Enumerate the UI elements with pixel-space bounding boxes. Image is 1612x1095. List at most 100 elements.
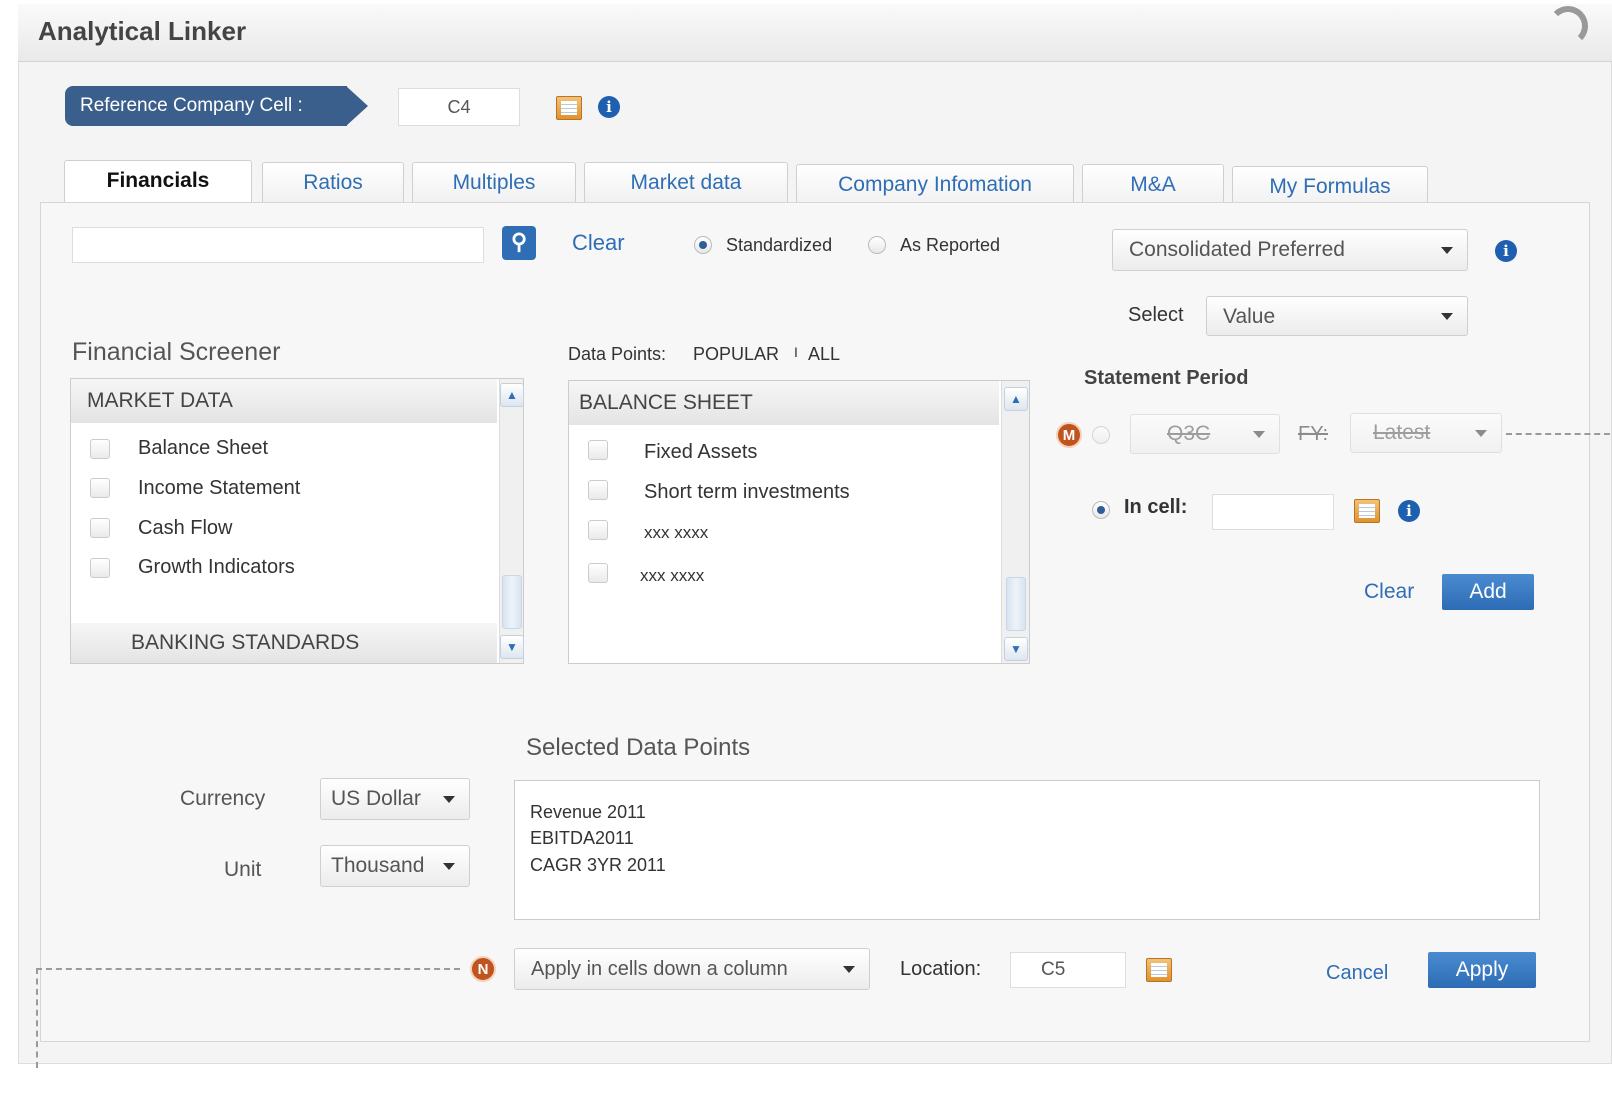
reference-badge-arrow (346, 86, 368, 126)
chevron-down-icon (1441, 313, 1453, 320)
chevron-down-icon (1441, 247, 1453, 254)
currency-label: Currency (180, 787, 266, 810)
fy-label: FY: (1298, 423, 1329, 445)
scroll-up-icon[interactable]: ▲ (1004, 387, 1028, 411)
balance-sheet-checkbox[interactable] (90, 439, 110, 459)
scroll-up-icon[interactable]: ▲ (500, 383, 524, 407)
as-reported-label: As Reported (900, 235, 1001, 255)
growth-indicators-checkbox[interactable] (90, 558, 110, 578)
currency-dropdown[interactable]: US Dollar (320, 778, 470, 820)
cell-picker-icon[interactable] (556, 96, 582, 120)
fy-dropdown[interactable]: Latest (1350, 413, 1502, 453)
unit-dropdown[interactable]: Thousand (320, 845, 470, 887)
short-term-investments-checkbox[interactable] (588, 480, 608, 500)
tab-multiples[interactable]: Multiples (412, 162, 576, 204)
tab-financials[interactable]: Financials (64, 160, 252, 204)
refresh-icon[interactable] (1548, 6, 1588, 46)
in-cell-input[interactable] (1212, 494, 1334, 530)
screener-scrollbar[interactable]: ▲ ▼ (499, 379, 524, 663)
fy-value: Latest (1373, 421, 1431, 444)
period-radio[interactable] (1092, 426, 1110, 444)
select-value: Value (1223, 305, 1276, 328)
tab-ratios[interactable]: Ratios (262, 162, 404, 204)
quarter-value: Q3C (1167, 422, 1211, 445)
quarter-dropdown[interactable]: Q3C (1130, 414, 1280, 454)
annotation-line-n (36, 968, 460, 970)
screener-list-header[interactable]: MARKET DATA (71, 379, 497, 423)
clear-period-link[interactable]: Clear (1364, 580, 1414, 604)
search-input[interactable] (72, 227, 484, 263)
statement-period-title: Statement Period (1084, 367, 1249, 389)
fixed-assets-checkbox[interactable] (588, 440, 608, 460)
income-statement-checkbox[interactable] (90, 478, 110, 498)
magnifier-icon: ⚲ (510, 229, 528, 254)
tab-m-and-a[interactable]: M&A (1082, 164, 1224, 206)
financial-screener-title: Financial Screener (72, 338, 281, 366)
data-points-all-link[interactable]: ALL (808, 344, 840, 365)
chevron-down-icon (1475, 430, 1487, 437)
data-point-checkbox[interactable] (588, 520, 608, 540)
annotation-line-m (1506, 433, 1610, 435)
selected-data-points-box[interactable] (514, 780, 1540, 920)
screener-item: Income Statement (138, 477, 301, 499)
data-points-list: BALANCE SHEET ▲ ▼ (568, 380, 1030, 664)
data-points-label: Data Points: (568, 344, 667, 364)
currency-value: US Dollar (331, 787, 421, 810)
in-cell-label: In cell: (1124, 496, 1188, 518)
apply-mode-value: Apply in cells down a column (531, 958, 788, 980)
location-input[interactable]: C5 (1010, 952, 1126, 988)
selected-data-point: CAGR 3YR 2011 (530, 855, 666, 875)
cell-picker-icon[interactable] (1354, 499, 1380, 523)
scroll-thumb[interactable] (1006, 577, 1026, 631)
screener-item: Growth Indicators (138, 556, 295, 578)
as-reported-radio[interactable] (868, 236, 886, 254)
selected-data-point: Revenue 2011 (530, 802, 646, 822)
data-point-item: xxx xxxx (640, 566, 705, 585)
standardized-radio[interactable] (694, 236, 712, 254)
scroll-down-icon[interactable]: ▼ (1004, 637, 1028, 661)
data-point-item: xxx xxxx (644, 523, 709, 542)
location-label: Location: (900, 958, 982, 980)
reference-cell-input[interactable]: C4 (398, 88, 520, 126)
cell-picker-icon[interactable] (1146, 958, 1172, 982)
add-button[interactable]: Add (1442, 574, 1534, 610)
scroll-thumb[interactable] (502, 575, 522, 629)
consolidation-info-icon[interactable]: i (1495, 240, 1517, 262)
screener-list-footer[interactable]: BANKING STANDARDS (71, 623, 497, 663)
data-point-item: Short term investments (644, 481, 850, 503)
annotation-line-n-vertical (36, 968, 38, 1068)
chevron-down-icon (443, 863, 455, 870)
data-points-popular[interactable]: POPULAR (693, 344, 779, 365)
consolidation-dropdown[interactable]: Consolidated Preferred (1112, 229, 1468, 271)
info-icon[interactable]: i (1398, 500, 1420, 522)
apply-button[interactable]: Apply (1428, 952, 1536, 988)
data-point-checkbox[interactable] (588, 563, 608, 583)
data-point-item: Fixed Assets (644, 441, 758, 463)
in-cell-radio[interactable] (1092, 501, 1110, 519)
standardized-label: Standardized (726, 235, 833, 255)
data-points-separator: I (794, 344, 798, 360)
tab-company-information[interactable]: Company Infomation (796, 164, 1074, 206)
chevron-down-icon (1253, 431, 1265, 438)
chevron-down-icon (443, 796, 455, 803)
search-button[interactable]: ⚲ (502, 226, 536, 260)
annotation-marker-n: N (470, 956, 496, 982)
tab-market-data[interactable]: Market data (584, 162, 788, 204)
apply-mode-dropdown[interactable]: Apply in cells down a column (514, 948, 870, 990)
dialog-title: Analytical Linker (38, 16, 247, 46)
annotation-marker-m: M (1056, 422, 1082, 448)
info-icon[interactable]: i (598, 96, 620, 118)
select-label: Select (1128, 304, 1184, 326)
select-dropdown[interactable]: Value (1206, 296, 1468, 336)
scroll-down-icon[interactable]: ▼ (500, 635, 524, 659)
data-points-list-header[interactable]: BALANCE SHEET (569, 381, 999, 425)
screener-item: Cash Flow (138, 517, 233, 539)
selected-data-points-title: Selected Data Points (526, 734, 751, 761)
clear-search-link[interactable]: Clear (572, 230, 625, 256)
data-points-scrollbar[interactable]: ▲ ▼ (1001, 381, 1029, 663)
unit-value: Thousand (331, 854, 425, 877)
cash-flow-checkbox[interactable] (90, 518, 110, 538)
screener-item: Balance Sheet (138, 437, 269, 459)
cancel-button[interactable]: Cancel (1326, 962, 1388, 985)
title-bar (18, 4, 1612, 62)
